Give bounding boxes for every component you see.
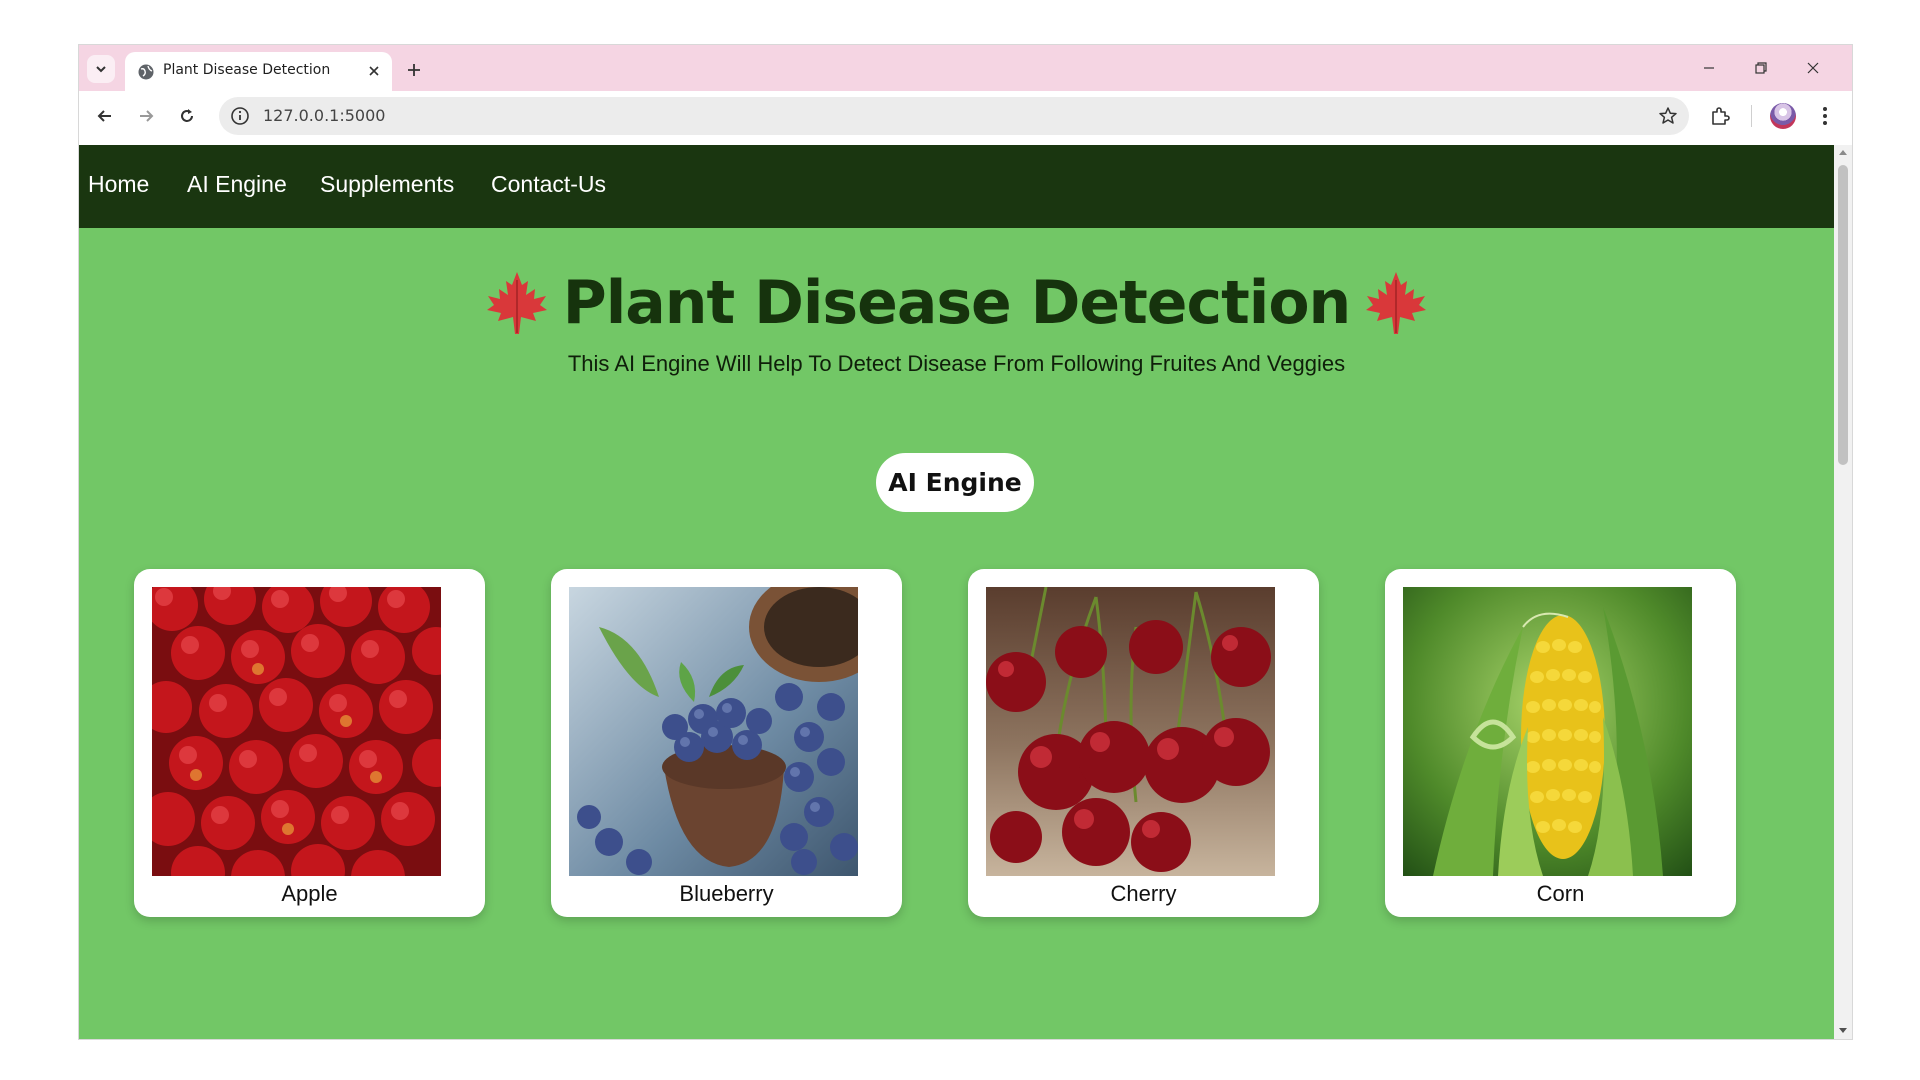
tab-strip: Plant Disease Detection bbox=[79, 45, 1852, 91]
new-tab-button[interactable] bbox=[401, 57, 427, 83]
browser-window: Plant Disease Detection 127.0.0.1:5000 H… bbox=[79, 45, 1852, 1039]
maple-leaf-icon bbox=[486, 272, 547, 334]
minimize-button[interactable] bbox=[1689, 53, 1729, 83]
scroll-up-arrow-icon[interactable] bbox=[1839, 150, 1847, 155]
address-bar[interactable]: 127.0.0.1:5000 bbox=[219, 97, 1689, 135]
crop-card-label: Cherry bbox=[1110, 881, 1177, 906]
cherry-image bbox=[986, 587, 1275, 876]
info-icon[interactable] bbox=[229, 105, 251, 127]
close-icon bbox=[369, 66, 379, 76]
scrollbar-thumb[interactable] bbox=[1838, 165, 1848, 465]
crop-card-cherry[interactable]: Cherry bbox=[968, 569, 1319, 917]
tab-search-button[interactable] bbox=[87, 55, 115, 83]
kebab-menu-icon bbox=[1823, 107, 1827, 125]
crop-card-label: Apple bbox=[281, 881, 338, 906]
browser-toolbar: 127.0.0.1:5000 bbox=[79, 91, 1852, 141]
page-title: Plant Disease Detection bbox=[562, 268, 1351, 338]
url-text[interactable]: 127.0.0.1:5000 bbox=[263, 106, 385, 125]
corn-image bbox=[1403, 587, 1692, 876]
forward-button[interactable] bbox=[130, 100, 162, 132]
chevron-down-icon bbox=[96, 66, 106, 73]
back-button[interactable] bbox=[89, 100, 121, 132]
tab-title: Plant Disease Detection bbox=[163, 62, 331, 78]
nav-link-supplements[interactable]: Supplements bbox=[320, 171, 454, 198]
maple-leaf-icon bbox=[1366, 272, 1427, 334]
page-subtitle: This AI Engine Will Help To Detect Disea… bbox=[567, 351, 1346, 376]
toolbar-divider bbox=[1751, 105, 1752, 127]
nav-link-ai-engine[interactable]: AI Engine bbox=[187, 171, 287, 198]
site-navbar: Home AI Engine Supplements Contact-Us bbox=[79, 145, 1834, 228]
star-icon[interactable] bbox=[1657, 105, 1679, 127]
restore-icon bbox=[1755, 62, 1767, 74]
crop-card-blueberry[interactable]: Blueberry bbox=[551, 569, 902, 917]
crop-card-apple[interactable]: Apple bbox=[134, 569, 485, 917]
hero-heading: Plant Disease Detection bbox=[79, 263, 1834, 343]
crop-card-corn[interactable]: Corn bbox=[1385, 569, 1736, 917]
close-icon bbox=[1807, 62, 1819, 74]
crop-card-label: Corn bbox=[1536, 881, 1585, 906]
close-window-button[interactable] bbox=[1793, 53, 1833, 83]
menu-button[interactable] bbox=[1811, 102, 1839, 130]
nav-link-home[interactable]: Home bbox=[88, 171, 149, 198]
arrow-right-icon bbox=[140, 110, 154, 122]
globe-icon bbox=[138, 64, 154, 80]
page-viewport: Home AI Engine Supplements Contact-Us Pl… bbox=[79, 145, 1852, 1039]
restore-button[interactable] bbox=[1741, 53, 1781, 83]
minimize-icon bbox=[1704, 67, 1714, 69]
tab-close-button[interactable] bbox=[364, 61, 384, 81]
crop-card-label: Blueberry bbox=[679, 881, 774, 906]
puzzle-icon bbox=[1712, 107, 1730, 125]
ai-engine-button[interactable]: AI Engine bbox=[876, 453, 1034, 512]
reload-button[interactable] bbox=[171, 100, 203, 132]
blueberry-image bbox=[569, 587, 858, 876]
plus-icon bbox=[408, 64, 420, 76]
browser-tab[interactable]: Plant Disease Detection bbox=[125, 52, 392, 91]
arrow-left-icon bbox=[97, 110, 111, 122]
scroll-down-arrow-icon[interactable] bbox=[1839, 1028, 1847, 1033]
vertical-scrollbar[interactable] bbox=[1834, 145, 1852, 1039]
apple-image bbox=[152, 587, 441, 876]
reload-icon bbox=[181, 109, 193, 122]
extensions-button[interactable] bbox=[1706, 102, 1734, 130]
profile-avatar[interactable] bbox=[1770, 103, 1796, 129]
nav-link-contact-us[interactable]: Contact-Us bbox=[491, 171, 606, 198]
